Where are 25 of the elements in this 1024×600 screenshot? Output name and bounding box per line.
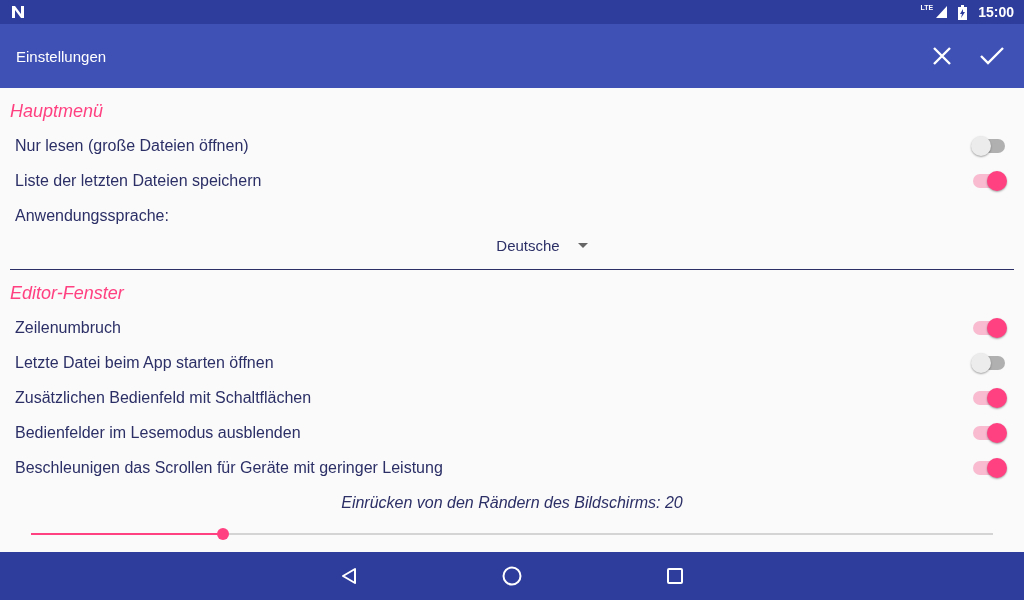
signal-icon (936, 6, 948, 18)
status-time: 15:00 (978, 4, 1014, 20)
language-dropdown[interactable]: Deutsche (436, 233, 588, 257)
slider-thumb[interactable] (217, 528, 230, 540)
recents-icon[interactable] (667, 568, 683, 584)
setting-label: Anwendungssprache: (15, 206, 170, 225)
setting-label: Beschleunigen das Scrollen für Geräte mit geringer Leistung (15, 458, 444, 477)
slider-label: Einrücken von den Rändern des Bildschirms: 20 (340, 493, 684, 513)
setting-label: Zeilenumbruch (15, 318, 122, 337)
setting-label: Bedienfelder im Lesemodus ausblenden (15, 423, 302, 442)
setting-label: Letzte Datei beim App starten öffnen (15, 353, 275, 372)
caret-icon (577, 242, 588, 248)
setting-label: Nur lesen (große Dateien öffnen) (15, 136, 250, 155)
section-header: Editor-Fenster (10, 282, 126, 305)
home-icon[interactable] (502, 566, 522, 586)
checkmark-icon[interactable] (980, 46, 1004, 66)
close-icon[interactable] (932, 46, 952, 66)
back-icon[interactable] (341, 567, 357, 585)
slider[interactable] (31, 528, 993, 540)
battery-charging-icon (958, 4, 968, 20)
n-logo-icon (11, 5, 25, 19)
section-header: Hauptmenü (10, 100, 105, 123)
setting-label: Liste der letzten Dateien speichern (15, 171, 263, 190)
app-bar-title: Einstellungen (16, 47, 107, 65)
setting-label: Zusätzlichen Bedienfeld mit Schaltflächen (15, 388, 313, 407)
